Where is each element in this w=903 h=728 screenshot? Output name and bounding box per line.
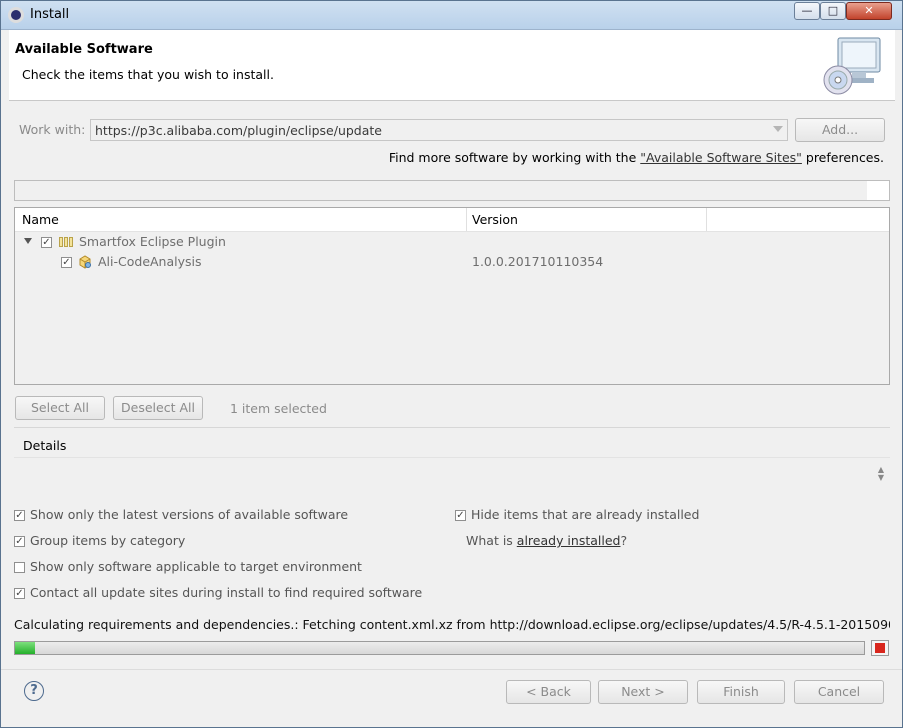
page-title: Available Software bbox=[15, 42, 153, 57]
separator bbox=[14, 427, 890, 428]
software-table: Name Version ✓ Smartfox Eclipse Plugin ✓… bbox=[14, 207, 890, 385]
progress-bar-fill bbox=[15, 642, 36, 654]
already-installed-link[interactable]: already installed bbox=[517, 533, 621, 548]
feature-checkbox[interactable]: ✓ bbox=[61, 257, 72, 268]
what-is-suffix: ? bbox=[620, 533, 628, 548]
plugin-feature-icon bbox=[79, 255, 91, 269]
back-button[interactable]: < Back bbox=[506, 680, 591, 704]
column-header-name[interactable]: Name bbox=[22, 212, 59, 227]
feature-version: 1.0.0.201710110354 bbox=[472, 254, 604, 269]
latest-versions-checkbox[interactable]: ✓ bbox=[14, 510, 25, 521]
stop-icon[interactable] bbox=[871, 640, 889, 656]
contact-sites-label: Contact all update sites during install … bbox=[30, 585, 423, 600]
category-checkbox[interactable]: ✓ bbox=[41, 237, 52, 248]
tree-expanded-icon[interactable] bbox=[24, 238, 32, 244]
chevron-down-icon[interactable] bbox=[773, 126, 783, 132]
what-is-installed-text: What is already installed? bbox=[466, 533, 627, 548]
find-more-suffix: preferences. bbox=[801, 150, 884, 165]
wizard-header: Available Software Check the items that … bbox=[9, 30, 895, 101]
hide-installed-checkbox[interactable]: ✓ bbox=[455, 510, 466, 521]
deselect-all-button[interactable]: Deselect All bbox=[113, 396, 203, 420]
target-environment-checkbox[interactable] bbox=[14, 562, 25, 573]
column-divider[interactable] bbox=[706, 208, 707, 231]
next-button[interactable]: Next > bbox=[598, 680, 688, 704]
help-icon[interactable]: ? bbox=[24, 681, 44, 701]
page-description: Check the items that you wish to install… bbox=[22, 67, 274, 82]
filter-input[interactable] bbox=[14, 180, 890, 201]
contact-sites-checkbox[interactable]: ✓ bbox=[14, 588, 25, 599]
work-with-value: https://p3c.alibaba.com/plugin/eclipse/u… bbox=[95, 123, 382, 138]
table-row[interactable]: ✓ Smartfox Eclipse Plugin bbox=[15, 232, 889, 252]
target-environment-label: Show only software applicable to target … bbox=[30, 559, 362, 574]
window-title: Install bbox=[30, 7, 70, 22]
filter-clear-area bbox=[867, 181, 889, 200]
column-header-version[interactable]: Version bbox=[472, 212, 518, 227]
title-bar[interactable]: Install — □ ✕ bbox=[1, 1, 902, 30]
work-with-label: Work with: bbox=[19, 122, 86, 137]
find-more-prefix: Find more software by working with the bbox=[388, 150, 641, 165]
latest-versions-label: Show only the latest versions of availab… bbox=[30, 507, 349, 522]
table-row[interactable]: ✓ Ali-CodeAnalysis 1.0.0.201710110354 bbox=[15, 252, 889, 272]
progress-status-text: Calculating requirements and dependencie… bbox=[14, 617, 890, 632]
close-button[interactable]: ✕ bbox=[846, 2, 892, 20]
feature-name: Ali-CodeAnalysis bbox=[98, 254, 202, 269]
category-icon bbox=[59, 237, 73, 247]
add-site-button[interactable]: Add... bbox=[795, 118, 885, 142]
install-dialog: Install — □ ✕ Available Software Check t… bbox=[0, 0, 903, 728]
hide-installed-label: Hide items that are already installed bbox=[471, 507, 700, 522]
table-header: Name Version bbox=[15, 208, 889, 232]
details-text-area[interactable]: ▲ ▼ bbox=[14, 457, 890, 499]
selection-count: 1 item selected bbox=[230, 401, 327, 416]
work-with-combo[interactable]: https://p3c.alibaba.com/plugin/eclipse/u… bbox=[90, 119, 788, 141]
cancel-button[interactable]: Cancel bbox=[794, 680, 884, 704]
group-by-category-checkbox[interactable]: ✓ bbox=[14, 536, 25, 547]
find-more-text: Find more software by working with the "… bbox=[389, 150, 884, 165]
minimize-button[interactable]: — bbox=[794, 2, 820, 20]
separator bbox=[1, 669, 902, 670]
eclipse-icon bbox=[8, 7, 24, 23]
details-label: Details bbox=[23, 438, 67, 453]
scroll-arrows-icon[interactable]: ▲ ▼ bbox=[878, 466, 884, 482]
install-wizard-icon bbox=[823, 37, 881, 95]
category-name: Smartfox Eclipse Plugin bbox=[79, 234, 226, 249]
group-by-category-label: Group items by category bbox=[30, 533, 186, 548]
column-divider[interactable] bbox=[466, 208, 467, 231]
progress-bar bbox=[14, 641, 865, 655]
maximize-button[interactable]: □ bbox=[820, 2, 846, 20]
finish-button[interactable]: Finish bbox=[697, 680, 785, 704]
available-software-sites-link[interactable]: "Available Software Sites" bbox=[640, 150, 802, 165]
what-is-prefix: What is bbox=[466, 533, 517, 548]
select-all-button[interactable]: Select All bbox=[15, 396, 105, 420]
